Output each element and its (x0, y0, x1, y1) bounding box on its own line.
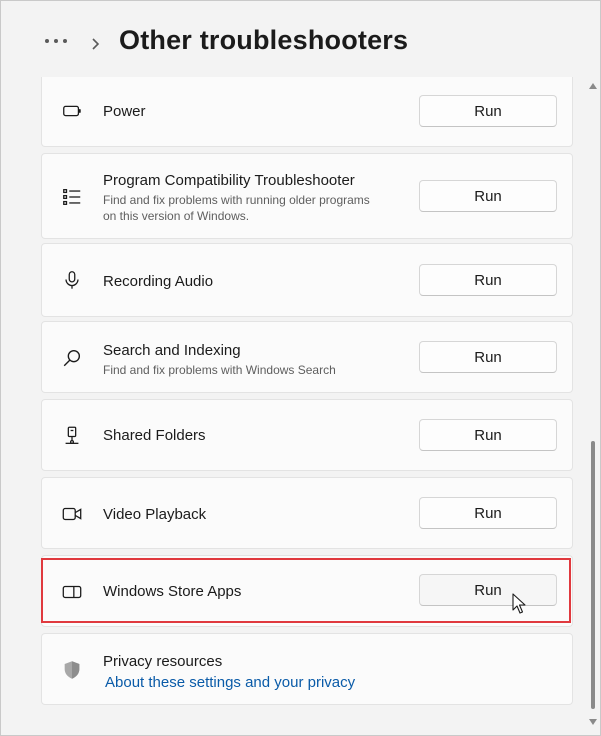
scroll-down-icon[interactable] (589, 719, 597, 725)
run-button-search-indexing[interactable]: Run (419, 341, 557, 373)
run-button-video-playback[interactable]: Run (419, 497, 557, 529)
troubleshooter-description: Find and fix problems with Windows Searc… (103, 363, 336, 377)
troubleshooter-title: Recording Audio (103, 273, 214, 290)
privacy-link[interactable]: About these settings and your privacy (105, 674, 355, 691)
troubleshooter-list: Power Run Program Compatibility Troubles… (1, 77, 600, 735)
scroll-up-icon[interactable] (589, 83, 597, 89)
troubleshooter-title: Search and Indexing (103, 342, 241, 359)
troubleshooter-item-shared-folders: Shared Folders Run (41, 399, 573, 471)
run-button-windows-store-apps[interactable]: Run (419, 574, 557, 606)
troubleshooter-item-program-compatibility: Program Compatibility Troubleshooter Fin… (41, 153, 573, 239)
ellipsis-icon[interactable] (43, 34, 71, 48)
settings-window: Other troubleshooters Power Run Program … (0, 0, 601, 736)
shield-icon (60, 658, 84, 682)
shared-folder-icon (60, 424, 84, 448)
troubleshooter-item-windows-store-apps: Windows Store Apps Run (41, 555, 573, 627)
battery-icon (60, 99, 84, 123)
run-button-shared-folders[interactable]: Run (419, 419, 557, 451)
run-button-recording-audio[interactable]: Run (419, 264, 557, 296)
privacy-resources-card: Privacy resources About these settings a… (41, 633, 573, 705)
troubleshooter-title: Shared Folders (103, 427, 206, 444)
scrollbar[interactable] (587, 77, 599, 735)
troubleshooter-title: Windows Store Apps (103, 583, 242, 600)
run-button-program-compatibility[interactable]: Run (419, 180, 557, 212)
video-camera-icon (60, 502, 84, 526)
troubleshooter-title: Video Playback (103, 506, 207, 523)
troubleshooter-item-power: Power Run (41, 77, 573, 147)
store-apps-icon (60, 580, 84, 604)
troubleshooter-item-recording-audio: Recording Audio Run (41, 243, 573, 317)
page-title: Other troubleshooters (119, 25, 409, 55)
troubleshooter-item-video-playback: Video Playback Run (41, 477, 573, 549)
run-button-power[interactable]: Run (419, 95, 557, 127)
troubleshooter-title: Power (103, 103, 146, 120)
search-icon (60, 346, 84, 370)
troubleshooter-description: Find and fix problems with running older… (103, 193, 370, 223)
list-icon (60, 185, 84, 209)
troubleshooter-item-search-indexing: Search and Indexing Find and fix problem… (41, 321, 573, 393)
microphone-icon (60, 268, 84, 292)
troubleshooter-title: Program Compatibility Troubleshooter (103, 172, 355, 189)
privacy-title: Privacy resources (103, 653, 223, 670)
chevron-right-icon (92, 38, 100, 50)
scroll-thumb[interactable] (591, 441, 595, 709)
header: Other troubleshooters (1, 1, 600, 77)
